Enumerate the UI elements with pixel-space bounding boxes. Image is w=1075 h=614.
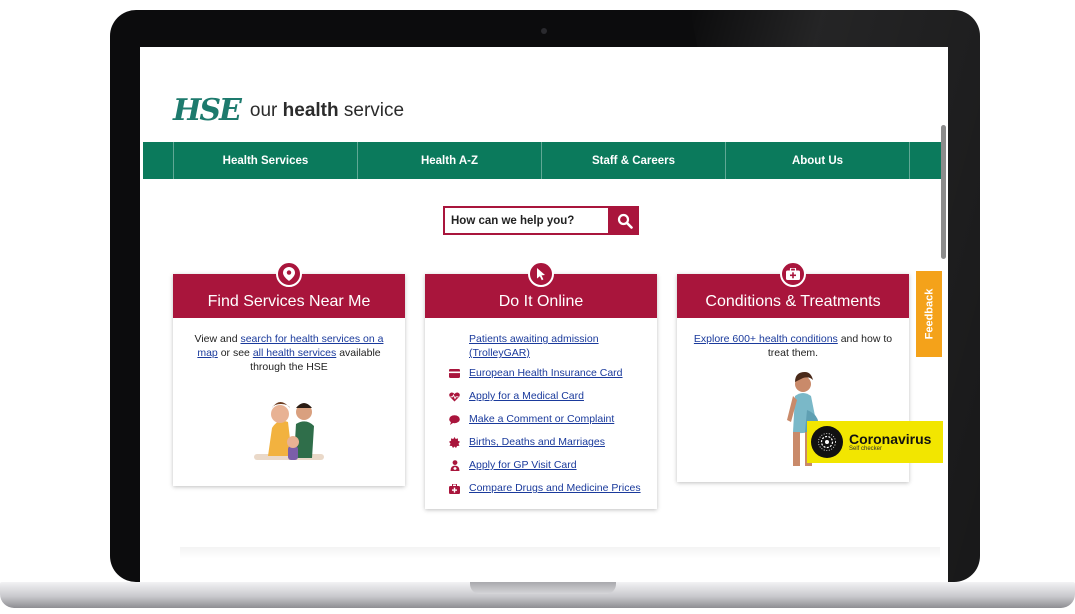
- medical-card-link[interactable]: Apply for a Medical Card: [469, 389, 584, 403]
- coronavirus-title: Coronavirus: [849, 431, 932, 447]
- main-nav: Health Services Health A-Z Staff & Caree…: [143, 142, 943, 179]
- births-deaths-marriages-link[interactable]: Births, Deaths and Marriages: [469, 435, 605, 449]
- location-pin-icon: [276, 261, 302, 287]
- card-body: Patients awaiting admission (TrolleyGAR)…: [425, 318, 657, 509]
- medical-kit-icon: [449, 483, 460, 494]
- card-find-services: Find Services Near Me View and search fo…: [173, 261, 405, 486]
- laptop-base-notch: [470, 582, 616, 594]
- list-item: European Health Insurance Card: [449, 366, 641, 380]
- list-item: Patients awaiting admission (TrolleyGAR): [449, 332, 641, 360]
- list-item: Compare Drugs and Medicine Prices: [449, 481, 641, 495]
- heartbeat-icon: [449, 391, 460, 402]
- doctor-icon: [449, 460, 460, 471]
- nav-item-about-us[interactable]: About Us: [726, 142, 910, 179]
- virus-icon: [811, 426, 843, 458]
- coronavirus-checker-button[interactable]: Coronavirus Self checker: [807, 421, 943, 463]
- list-item: Make a Comment or Complaint: [449, 412, 641, 426]
- comment-complaint-link[interactable]: Make a Comment or Complaint: [469, 412, 614, 426]
- search-button[interactable]: [610, 206, 639, 235]
- card-icon: [449, 368, 460, 379]
- nav-item-health-services[interactable]: Health Services: [174, 142, 358, 179]
- cursor-icon: [528, 261, 554, 287]
- browser-viewport: HSE our health service Health Services H…: [140, 47, 948, 582]
- gp-visit-card-link[interactable]: Apply for GP Visit Card: [469, 458, 577, 472]
- explore-conditions-link[interactable]: Explore 600+ health conditions: [694, 333, 838, 345]
- compare-drug-prices-link[interactable]: Compare Drugs and Medicine Prices: [469, 481, 641, 495]
- family-illustration: [254, 402, 324, 460]
- vertical-scrollbar[interactable]: [941, 125, 946, 259]
- search-input[interactable]: [443, 206, 610, 235]
- online-services-list: Patients awaiting admission (TrolleyGAR)…: [441, 332, 641, 495]
- logo-text: our health service: [249, 99, 405, 121]
- search-icon: [617, 213, 633, 229]
- speech-bubble-icon: [449, 414, 460, 425]
- card-do-it-online: Do It Online Patients awaiting admission…: [425, 261, 657, 509]
- feedback-tab[interactable]: Feedback: [916, 271, 942, 357]
- badge-icon: [449, 437, 460, 448]
- hse-logo[interactable]: HSE our health service: [173, 93, 404, 128]
- nav-item-staff-careers[interactable]: Staff & Careers: [542, 142, 726, 179]
- section-divider: [180, 547, 940, 559]
- search-bar: [443, 206, 639, 235]
- medical-kit-icon: [780, 261, 806, 287]
- list-item: Births, Deaths and Marriages: [449, 435, 641, 449]
- list-item: Apply for a Medical Card: [449, 389, 641, 403]
- nav-item-health-a-z[interactable]: Health A-Z: [358, 142, 542, 179]
- logo-mark: HSE: [173, 93, 242, 128]
- all-services-link[interactable]: all health services: [253, 347, 336, 359]
- webcam: [541, 28, 547, 34]
- nav-spacer: [143, 142, 174, 179]
- list-item: Apply for GP Visit Card: [449, 458, 641, 472]
- trolleygar-link[interactable]: Patients awaiting admission (TrolleyGAR): [469, 332, 641, 360]
- ehic-link[interactable]: European Health Insurance Card: [469, 366, 623, 380]
- card-body: View and search for health services on a…: [173, 318, 405, 486]
